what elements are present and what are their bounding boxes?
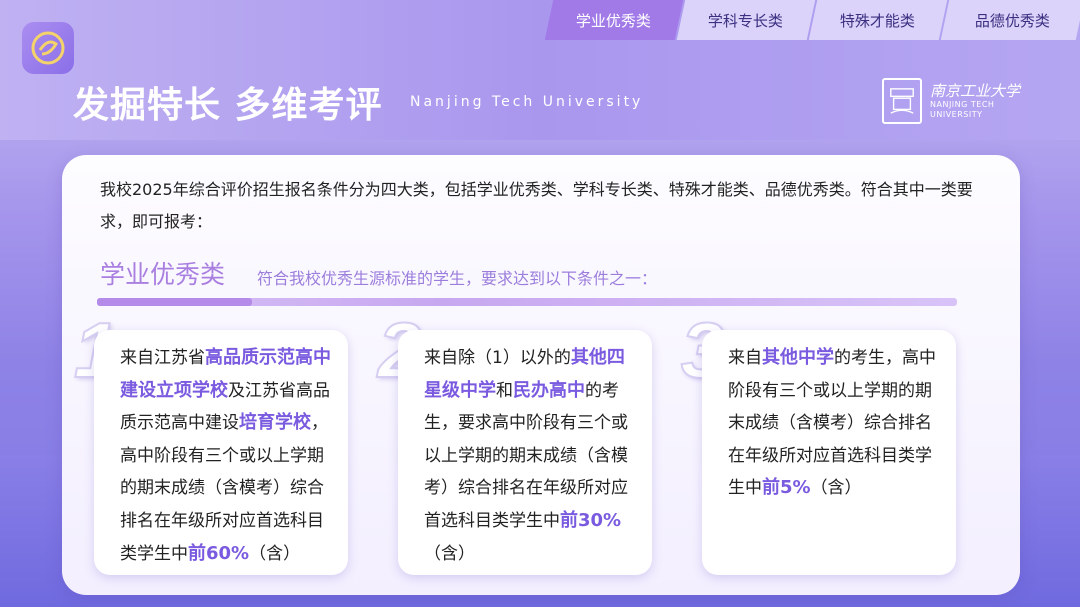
university-emblem-icon [882, 78, 922, 124]
intro-text: 我校2025年综合评价招生报名条件分为四大类，包括学业优秀类、学科专长类、特殊才… [100, 180, 973, 231]
tab-moral-excellence[interactable]: 品德优秀类 [940, 0, 1080, 40]
tab-special-talent[interactable]: 特殊才能类 [808, 0, 948, 40]
university-name-en-2: UNIVERSITY [930, 109, 983, 119]
app-logo-icon [22, 22, 74, 74]
section-divider-accent [97, 298, 252, 306]
university-name-en-1: NANJING TECH [930, 99, 995, 109]
condition-2-text-d: （含） [424, 543, 475, 564]
condition-1-highlight-c: 前60% [188, 542, 250, 564]
condition-1-highlight-b: 培育学校 [239, 412, 311, 434]
page-subtitle: Nanjing Tech University [410, 94, 644, 110]
condition-2-highlight-c: 前30% [560, 509, 622, 531]
condition-card-1: 来自江苏省高品质示范高中建设立项学校及江苏省高品质示范高中建设培育学校，高中阶段… [94, 330, 348, 575]
condition-2-highlight-b: 民办高中 [513, 379, 585, 401]
condition-2-text-b: 和 [496, 380, 513, 401]
condition-3-text-b: 的考生，高中阶段有三个或以上学期的期末成绩（含模考）综合排名在年级所对应首选科目… [728, 348, 936, 499]
category-description: 符合我校优秀生源标准的学生，要求达到以下条件之一： [257, 269, 658, 288]
condition-2-text-a: 来自除（1）以外的 [424, 348, 571, 368]
university-logo: 南京工业大学 NANJING TECH UNIVERSITY [882, 78, 1020, 124]
condition-card-3: 来自其他中学的考生，高中阶段有三个或以上学期的期末成绩（含模考）综合排名在年级所… [702, 330, 956, 575]
condition-1-text-c: ，高中阶段有三个或以上学期的期末成绩（含模考）综合排名在年级所对应首选科目类学生… [120, 413, 328, 564]
tab-subject-specialty[interactable]: 学科专长类 [676, 0, 816, 40]
condition-2-text-c: 的考生，要求高中阶段有三个或以上学期的期末成绩（含模考）综合排名在年级所对应首选… [424, 380, 628, 531]
condition-3-highlight-c: 前5% [762, 477, 811, 499]
condition-3-highlight-a: 其他中学 [762, 347, 834, 368]
university-name-cn: 南京工业大学 [930, 81, 1021, 100]
condition-card-2: 来自除（1）以外的其他四星级中学和民办高中的考生，要求高中阶段有三个或以上学期的… [398, 330, 652, 575]
condition-3-text-d: （含） [810, 478, 862, 499]
condition-1-text-d: （含） [249, 543, 301, 564]
condition-1-text-a: 来自江苏省 [120, 348, 205, 368]
category-tabs: 学业优秀类 学科专长类 特殊才能类 品德优秀类 [544, 0, 1080, 40]
condition-3-text-a: 来自 [728, 348, 762, 368]
category-title: 学业优秀类 [100, 260, 226, 289]
page-title: 发掘特长 多维考评 [73, 85, 383, 126]
tab-academic[interactable]: 学业优秀类 [544, 0, 684, 40]
